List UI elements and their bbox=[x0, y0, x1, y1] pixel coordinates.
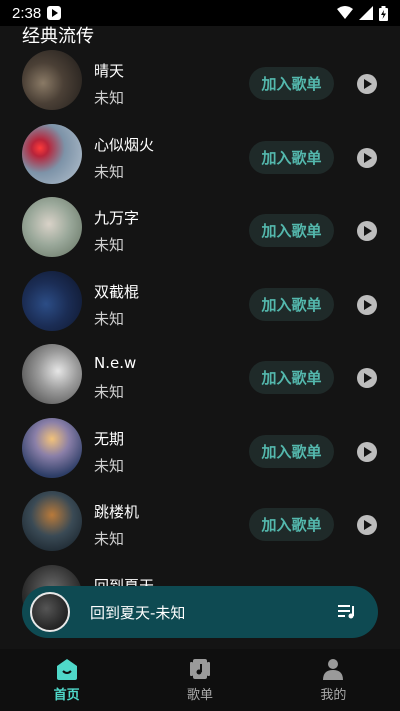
song-artist: 未知 bbox=[94, 309, 125, 328]
add-to-playlist-button[interactable]: 加入歌单 bbox=[249, 508, 334, 541]
tab-playlist[interactable]: 歌单 bbox=[133, 649, 266, 711]
add-to-playlist-button[interactable]: 加入歌单 bbox=[249, 140, 334, 174]
signal-icon bbox=[359, 6, 373, 20]
song-cover bbox=[22, 50, 82, 110]
play-icon[interactable] bbox=[357, 294, 377, 315]
status-time: 2:38 bbox=[12, 4, 42, 22]
song-list: 晴天 未知 加入歌单 心似烟火 未知 加入歌单 九万字 未知 加入歌单 双截棍 … bbox=[0, 44, 400, 632]
play-icon[interactable] bbox=[357, 74, 377, 94]
now-playing-cover bbox=[30, 592, 70, 632]
bottom-tab-bar: 首页 歌单 我的 bbox=[0, 649, 400, 711]
song-artist: 未知 bbox=[94, 236, 125, 254]
add-to-playlist-button[interactable]: 加入歌单 bbox=[249, 214, 334, 247]
song-artist: 未知 bbox=[94, 383, 125, 401]
tab-label: 歌单 bbox=[186, 688, 213, 703]
tab-label: 我的 bbox=[320, 688, 347, 703]
song-row[interactable]: 心似烟火 未知 加入歌单 bbox=[0, 118, 400, 192]
now-playing-text: 回到夏天-未知 bbox=[90, 603, 186, 622]
battery-icon bbox=[379, 5, 388, 21]
add-to-playlist-button[interactable]: 加入歌单 bbox=[249, 287, 334, 321]
song-row[interactable]: 无期 未知 加入歌单 bbox=[0, 412, 400, 486]
add-to-playlist-button[interactable]: 加入歌单 bbox=[249, 67, 334, 100]
song-cover bbox=[22, 123, 82, 184]
tab-home[interactable]: 首页 bbox=[0, 649, 133, 711]
song-cover bbox=[22, 491, 82, 551]
song-title: 晴天 bbox=[94, 62, 125, 80]
play-icon[interactable] bbox=[357, 368, 377, 388]
home-icon bbox=[56, 659, 77, 680]
song-title: 九万字 bbox=[94, 209, 140, 227]
play-store-icon bbox=[47, 6, 62, 20]
song-title: 无期 bbox=[94, 429, 125, 448]
song-row[interactable]: 双截棍 未知 加入歌单 bbox=[0, 265, 400, 339]
play-icon[interactable] bbox=[357, 147, 377, 168]
playlist-icon bbox=[189, 659, 210, 679]
song-title: 双截棍 bbox=[94, 282, 140, 301]
song-cover bbox=[22, 197, 82, 257]
add-to-playlist-button[interactable]: 加入歌单 bbox=[249, 434, 334, 468]
playlist-queue-icon[interactable] bbox=[338, 604, 356, 620]
song-row[interactable]: 跳楼机 未知 加入歌单 bbox=[0, 485, 400, 559]
song-artist: 未知 bbox=[94, 162, 125, 181]
song-cover bbox=[22, 270, 82, 331]
play-icon[interactable] bbox=[357, 441, 377, 462]
song-title: 心似烟火 bbox=[94, 135, 155, 154]
status-icons bbox=[337, 5, 388, 21]
song-title: 跳楼机 bbox=[94, 503, 140, 521]
song-artist: 未知 bbox=[94, 456, 125, 475]
tab-label: 首页 bbox=[53, 688, 80, 703]
play-icon[interactable] bbox=[357, 221, 377, 241]
wifi-icon bbox=[337, 6, 353, 19]
song-row[interactable]: 九万字 未知 加入歌单 bbox=[0, 191, 400, 265]
song-cover bbox=[22, 344, 82, 404]
song-artist: 未知 bbox=[94, 530, 125, 548]
play-icon[interactable] bbox=[357, 515, 377, 535]
tab-profile[interactable]: 我的 bbox=[267, 649, 400, 711]
song-row[interactable]: N.e.w 未知 加入歌单 bbox=[0, 338, 400, 412]
song-title: N.e.w bbox=[94, 354, 137, 372]
song-artist: 未知 bbox=[94, 89, 125, 107]
song-cover bbox=[22, 417, 82, 478]
mini-player[interactable]: 回到夏天-未知 bbox=[22, 586, 378, 638]
profile-icon bbox=[323, 659, 344, 680]
add-to-playlist-button[interactable]: 加入歌单 bbox=[249, 361, 334, 394]
song-row[interactable]: 晴天 未知 加入歌单 bbox=[0, 44, 400, 118]
